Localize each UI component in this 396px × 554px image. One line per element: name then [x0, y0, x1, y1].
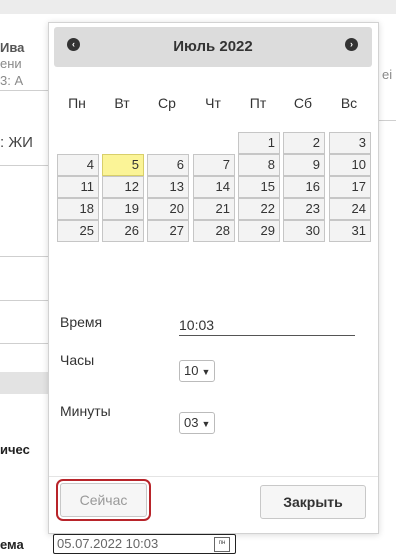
- weekday-label: Ср: [158, 95, 176, 111]
- bg-divider: [377, 120, 396, 121]
- datetime-picker-popup: ‹ Июль 2022 › Пн Вт Ср Чт Пт Сб Вс 12345…: [48, 22, 379, 534]
- calendar-day[interactable]: 20: [147, 198, 189, 220]
- month-title: Июль 2022: [173, 38, 253, 55]
- calendar-day[interactable]: 1: [238, 132, 280, 154]
- bg-divider: [0, 256, 48, 257]
- weekday-label: Сб: [293, 95, 313, 111]
- bg-text-eni: ени: [0, 56, 22, 71]
- bg-bar: [0, 372, 48, 394]
- minutes-value: 03: [184, 415, 199, 430]
- time-label: Время: [60, 314, 103, 330]
- calendar-day[interactable]: 9: [283, 154, 325, 176]
- calendar-day[interactable]: 5: [102, 154, 144, 176]
- calendar-header: ‹ Июль 2022 ›: [54, 27, 372, 67]
- calendar-day[interactable]: 25: [57, 220, 99, 242]
- calendar-day[interactable]: 13: [147, 176, 189, 198]
- datetime-input[interactable]: 05.07.2022 10:03 пн: [53, 534, 236, 554]
- weekday-label: Чт: [205, 95, 221, 111]
- close-button[interactable]: Закрыть: [260, 485, 366, 519]
- calendar-day[interactable]: 3: [329, 132, 371, 154]
- calendar-day[interactable]: 18: [57, 198, 99, 220]
- chevron-down-icon: ▼: [201, 419, 211, 429]
- weekday-label: Пн: [68, 95, 86, 111]
- calendar-day[interactable]: 29: [238, 220, 280, 242]
- calendar-day[interactable]: 27: [147, 220, 189, 242]
- footer-divider: [49, 476, 378, 477]
- hours-select[interactable]: 10 ▼: [179, 360, 216, 382]
- bg-text-iva: Ива: [0, 40, 25, 55]
- bg-text-ches: ичес: [0, 442, 30, 457]
- calendar-day[interactable]: 8: [238, 154, 280, 176]
- calendar-day[interactable]: 2: [283, 132, 325, 154]
- hours-label: Часы: [60, 352, 95, 368]
- bg-divider: [0, 165, 48, 166]
- calendar-day[interactable]: 24: [329, 198, 371, 220]
- datetime-input-value: 05.07.2022 10:03: [57, 536, 159, 551]
- calendar-day[interactable]: 26: [102, 220, 144, 242]
- calendar-day[interactable]: 10: [329, 154, 371, 176]
- bg-text-ej: ei: [382, 67, 393, 82]
- minutes-select[interactable]: 03 ▼: [179, 412, 216, 434]
- calendar-icon[interactable]: пн: [214, 537, 230, 552]
- calendar-day[interactable]: 30: [283, 220, 325, 242]
- calendar-day[interactable]: 19: [102, 198, 144, 220]
- bg-text-three-a: 3: А: [0, 73, 24, 88]
- calendar-icon-text: пн: [218, 540, 226, 546]
- bg-divider: [0, 343, 48, 344]
- time-value: 10:03: [179, 317, 355, 336]
- weekday-label: Вт: [114, 95, 130, 111]
- bg-text-zhi: : ЖИ: [0, 134, 33, 151]
- calendar-day[interactable]: 6: [147, 154, 189, 176]
- calendar-day[interactable]: 11: [57, 176, 99, 198]
- bg-divider: [0, 300, 48, 301]
- calendar-day[interactable]: 21: [193, 198, 235, 220]
- calendar-day[interactable]: 12: [102, 176, 144, 198]
- calendar-day[interactable]: 4: [57, 154, 99, 176]
- minutes-label: Минуты: [60, 403, 111, 419]
- calendar-day[interactable]: 17: [329, 176, 371, 198]
- bg-text-ma: ема: [0, 537, 24, 552]
- bg-divider: [0, 90, 48, 91]
- calendar-day[interactable]: 28: [193, 220, 235, 242]
- next-month-icon[interactable]: ›: [345, 38, 358, 51]
- calendar-day[interactable]: 31: [329, 220, 371, 242]
- weekday-label: Пт: [249, 95, 267, 111]
- page-top-strip: [0, 0, 396, 14]
- calendar-day[interactable]: 14: [193, 176, 235, 198]
- weekday-header-row: Пн Вт Ср Чт Пт Сб Вс: [55, 95, 375, 111]
- hours-value: 10: [184, 363, 199, 378]
- calendar-day[interactable]: 7: [193, 154, 235, 176]
- calendar-day[interactable]: 23: [283, 198, 325, 220]
- calendar-day[interactable]: 16: [283, 176, 325, 198]
- weekday-label: Вс: [340, 95, 358, 111]
- chevron-down-icon: ▼: [201, 367, 211, 377]
- calendar-day[interactable]: 22: [238, 198, 280, 220]
- now-button[interactable]: Сейчас: [56, 479, 151, 521]
- calendar-day[interactable]: 15: [238, 176, 280, 198]
